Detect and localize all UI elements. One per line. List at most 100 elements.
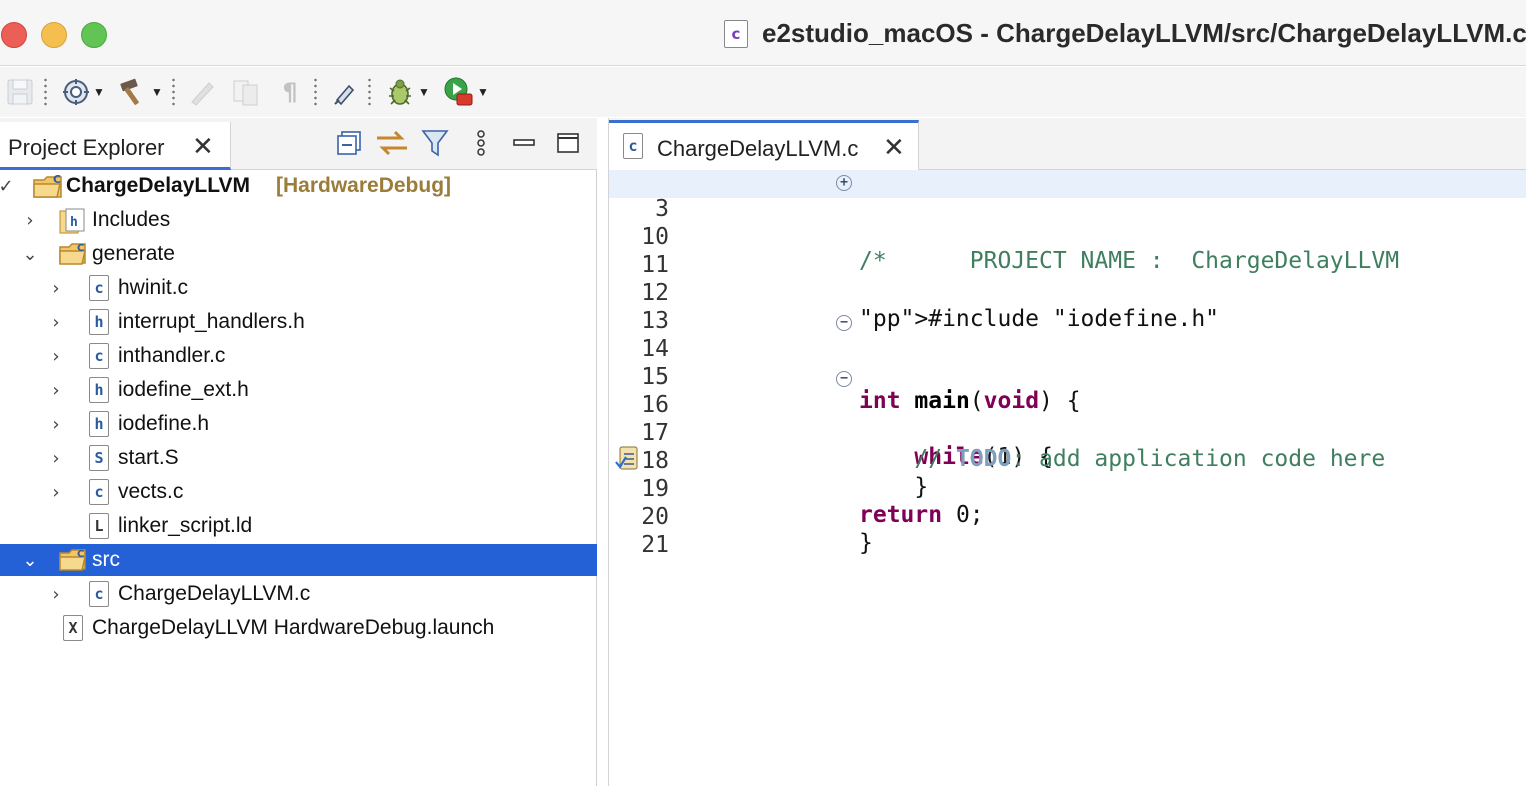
project-folder-icon: C — [33, 173, 62, 198]
tree-item-file[interactable]: › h iodefine_ext.h — [0, 374, 597, 406]
s-file-icon: S — [89, 445, 109, 471]
editor-area: c ChargeDelayLLVM.c ✕ 3 + /* PROJECT NAM… — [608, 118, 1526, 786]
chevron-down-icon[interactable]: ▼ — [418, 86, 430, 98]
show-whitespace-button[interactable]: ¶ — [276, 75, 304, 109]
tree-item-file[interactable]: › h iodefine.h — [0, 408, 597, 440]
run-external-tools-button[interactable]: ▼ — [440, 75, 492, 109]
maximize-view-button[interactable] — [554, 128, 582, 158]
code-line: 12 "pp">#include "iodefine.h" — [609, 254, 1526, 332]
chevron-right-icon[interactable]: › — [46, 278, 66, 299]
pilcrow-icon: ¶ — [282, 78, 298, 106]
chevron-right-icon[interactable]: › — [20, 210, 40, 231]
tree-item-generate[interactable]: ⌄ C generate — [0, 238, 597, 270]
tree-item-label: iodefine_ext.h — [118, 378, 249, 401]
build-configuration-button[interactable]: ▼ — [58, 75, 108, 109]
code-line: 15 — [609, 338, 1526, 390]
tab-label: Project Explorer — [8, 135, 165, 160]
collapse-all-button[interactable] — [334, 128, 364, 158]
tree-item-includes[interactable]: › h Includes — [0, 204, 597, 236]
editor-tabbar: c ChargeDelayLLVM.c ✕ — [609, 118, 1526, 170]
project-explorer-view: Project Explorer ✕ ✓ C ChargeDelayLLVM [… — [0, 118, 597, 786]
run-tools-icon — [444, 77, 473, 106]
chevron-right-icon[interactable]: › — [46, 414, 66, 435]
minimize-icon — [513, 139, 535, 146]
svg-text:h: h — [70, 215, 78, 230]
chevron-right-icon[interactable]: › — [46, 346, 66, 367]
maximize-window-button[interactable] — [81, 22, 107, 48]
collapse-fold-icon[interactable]: − — [836, 315, 852, 331]
minimize-view-button[interactable] — [510, 128, 538, 158]
compare-icon — [233, 80, 258, 106]
hammer-icon — [120, 78, 139, 105]
tree-item-file[interactable]: › c hwinit.c — [0, 272, 597, 304]
chevron-down-icon[interactable]: ▼ — [93, 86, 105, 98]
tree-item-label: inthandler.c — [118, 344, 226, 367]
close-icon[interactable]: ✕ — [192, 134, 214, 160]
tree-item-src[interactable]: ⌄ C src — [0, 544, 597, 576]
code-line: 19 return 0; — [609, 450, 1526, 528]
minimize-window-button[interactable] — [41, 22, 67, 48]
chevron-right-icon[interactable]: › — [46, 448, 66, 469]
tree-item-file[interactable]: › c vects.c — [0, 476, 597, 508]
c-file-icon: c — [89, 275, 109, 301]
chevron-right-icon[interactable]: › — [46, 584, 66, 605]
chevron-down-icon[interactable]: ✓ — [0, 176, 16, 197]
toggle-mark-occurrences-button[interactable] — [328, 75, 362, 109]
tree-item-file[interactable]: › S start.S — [0, 442, 597, 474]
main-toolbar: ▼ ▼ ¶ ▼ ▼ — [0, 67, 1526, 117]
view-menu-button[interactable] — [470, 128, 492, 158]
c-document-icon: c — [724, 20, 748, 48]
tree-item-file[interactable]: X ChargeDelayLLVM HardwareDebug.launch — [0, 612, 597, 644]
chevron-down-icon[interactable]: ▼ — [477, 86, 489, 98]
tree-item-label: ChargeDelayLLVM.c — [118, 582, 311, 605]
c-file-icon: c — [89, 343, 109, 369]
chevron-right-icon[interactable]: › — [46, 312, 66, 333]
chevron-right-icon[interactable]: › — [46, 380, 66, 401]
collapse-all-icon — [337, 131, 361, 155]
source-folder-icon: C — [59, 243, 86, 265]
chevron-right-icon[interactable]: › — [46, 482, 66, 503]
build-config-decoration: [HardwareDebug] — [276, 174, 452, 197]
source-folder-icon: C — [59, 549, 86, 571]
floppy-disk-icon — [7, 79, 33, 105]
chevron-down-icon[interactable]: ▼ — [151, 86, 163, 98]
tree-item-label: start.S — [118, 446, 179, 469]
close-icon[interactable]: ✕ — [883, 135, 905, 161]
tree-item-label: iodefine.h — [118, 412, 210, 435]
tab-project-explorer[interactable]: Project Explorer ✕ — [0, 122, 231, 170]
chevron-down-icon[interactable]: ⌄ — [20, 550, 40, 571]
svg-text:C: C — [77, 549, 84, 560]
close-window-button[interactable] — [1, 22, 27, 48]
vertical-dots-icon — [477, 130, 485, 156]
svg-text:C: C — [77, 243, 84, 254]
tab-chargedelayllvm-c[interactable]: c ChargeDelayLLVM.c ✕ — [609, 120, 919, 170]
launch-file-icon: X — [63, 615, 83, 641]
tree-item-label: linker_script.ld — [118, 514, 253, 537]
link-with-editor-button[interactable] — [374, 128, 410, 158]
save-button[interactable] — [4, 75, 36, 109]
includes-icon: h — [59, 208, 85, 234]
link-with-editor-icon — [377, 130, 407, 156]
debug-button[interactable]: ▼ — [380, 75, 434, 109]
edit-button[interactable] — [184, 75, 220, 109]
tree-item-file[interactable]: › c inthandler.c — [0, 340, 597, 372]
toolbar-separator — [172, 77, 175, 107]
chevron-down-icon[interactable]: ⌄ — [20, 244, 40, 265]
h-file-icon: h — [89, 309, 109, 335]
tree-item-file[interactable]: L linker_script.ld — [0, 510, 597, 542]
code-line: 21 — [609, 506, 1526, 558]
tree-item-file[interactable]: › h interrupt_handlers.h — [0, 306, 597, 338]
task-marker-icon[interactable] — [615, 444, 639, 472]
expand-fold-icon[interactable]: + — [836, 175, 852, 191]
bug-icon — [389, 79, 412, 105]
compare-button[interactable] — [228, 75, 264, 109]
tree-item-project[interactable]: ✓ C ChargeDelayLLVM [HardwareDebug] — [0, 170, 597, 202]
tree-item-file[interactable]: › c ChargeDelayLLVM.c — [0, 578, 597, 610]
collapse-fold-icon[interactable]: − — [836, 371, 852, 387]
code-line: 17 // TODO: add application code here — [609, 394, 1526, 472]
code-line: 10 — [609, 198, 1526, 250]
build-button[interactable]: ▼ — [114, 75, 166, 109]
c-file-icon: c — [89, 479, 109, 505]
filter-button[interactable] — [420, 128, 450, 158]
code-line: 14 − int main(void) { — [609, 310, 1526, 414]
